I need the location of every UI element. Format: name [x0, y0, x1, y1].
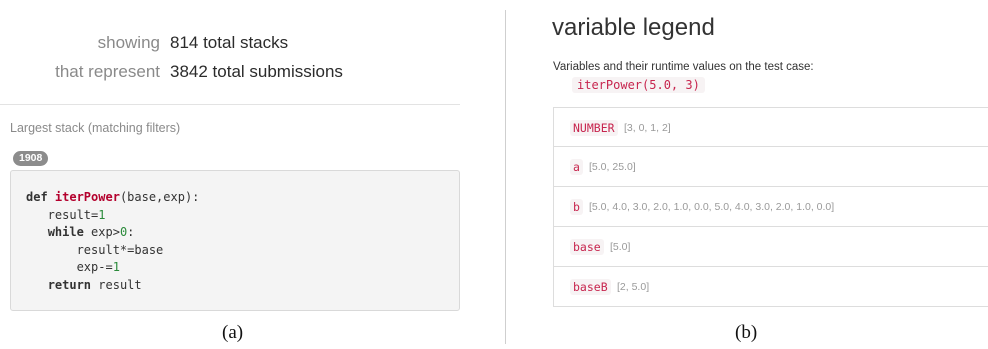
- variable-name: NUMBER: [570, 120, 618, 136]
- variable-values: [2, 5.0]: [617, 281, 650, 293]
- variable-name: a: [570, 159, 583, 175]
- code-token: result=: [26, 207, 99, 222]
- caption-b: (b): [735, 322, 758, 343]
- section-divider: [0, 104, 460, 105]
- code-token: 1: [112, 260, 120, 274]
- code-token: 1: [98, 207, 106, 222]
- variable-name: base: [570, 239, 604, 255]
- variable-name: b: [570, 199, 583, 215]
- code-token: result*=base: [26, 242, 164, 257]
- code-token: def: [26, 190, 55, 204]
- panel-separator: [505, 10, 506, 344]
- stat-value-stacks: 814 total stacks: [170, 33, 289, 52]
- code-token: exp>: [83, 225, 120, 239]
- code-token: iterPower: [54, 190, 120, 204]
- variable-values: [5.0, 4.0, 3.0, 2.0, 1.0, 0.0, 5.0, 4.0,…: [589, 201, 835, 213]
- code-token: :: [127, 225, 135, 239]
- variable-values: [5.0, 25.0]: [589, 161, 636, 173]
- code-token: return: [47, 277, 92, 292]
- variable-item[interactable]: baseB [2, 5.0]: [553, 267, 988, 307]
- code-line: exp-=1: [26, 259, 199, 277]
- code-listing: def iterPower(base,exp): result=1 while …: [26, 189, 199, 294]
- stat-key-showing: showing: [97, 33, 160, 52]
- variable-item[interactable]: b [5.0, 4.0, 3.0, 2.0, 1.0, 0.0, 5.0, 4.0…: [553, 187, 988, 227]
- code-line: return result: [26, 277, 199, 295]
- stack-summary-panel: showing 814 total stacks that represent …: [0, 0, 470, 349]
- legend-subtitle: Variables and their runtime values on th…: [553, 61, 814, 73]
- test-case-code: iterPower(5.0, 3): [572, 77, 705, 93]
- code-line: while exp>0:: [26, 224, 199, 242]
- variable-item[interactable]: a [5.0, 25.0]: [553, 147, 988, 187]
- variable-list: NUMBER [3, 0, 1, 2] a [5.0, 25.0] b [5.0, 4.0…: [553, 107, 988, 307]
- variable-item[interactable]: NUMBER [3, 0, 1, 2]: [553, 107, 988, 147]
- stat-key-represent: that represent: [55, 62, 160, 81]
- variable-name: baseB: [570, 279, 611, 295]
- code-token: while: [47, 225, 84, 239]
- code-line: def iterPower(base,exp):: [26, 189, 199, 207]
- code-token: (base,exp):: [119, 190, 200, 204]
- variable-values: [5.0]: [610, 241, 631, 253]
- code-token: exp-=: [26, 260, 113, 274]
- code-line: result*=base: [26, 242, 199, 260]
- code-token: result: [91, 277, 142, 292]
- stat-value-submissions: 3842 total submissions: [170, 62, 343, 81]
- code-line: result=1: [26, 207, 199, 225]
- legend-title: variable legend: [552, 14, 715, 41]
- code-block: def iterPower(base,exp): result=1 while …: [10, 170, 460, 311]
- caption-a: (a): [222, 322, 244, 343]
- largest-stack-label: Largest stack (matching filters): [10, 121, 181, 135]
- variable-item[interactable]: base [5.0]: [553, 227, 988, 267]
- stack-count-badge: 1908: [13, 151, 49, 166]
- variable-values: [3, 0, 1, 2]: [624, 122, 671, 134]
